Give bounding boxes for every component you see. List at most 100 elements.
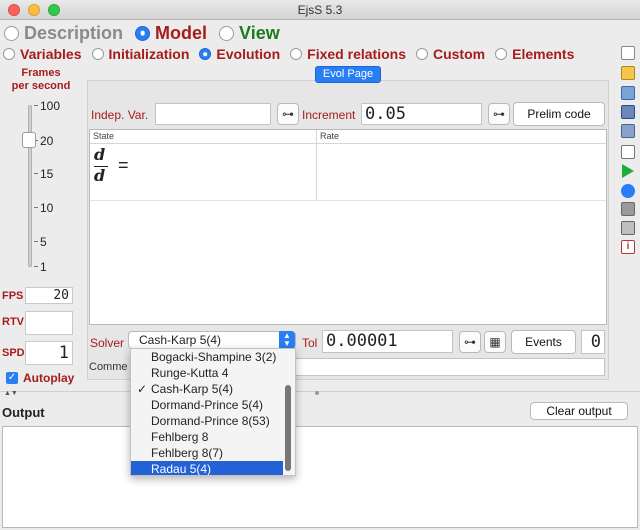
tab-description-label: Description xyxy=(24,22,124,43)
checkmark-icon: ✓ xyxy=(137,382,148,396)
solver-option-label: Runge-Kutta 4 xyxy=(151,366,229,380)
subtab-evolution[interactable]: Evolution xyxy=(199,46,280,62)
solver-option[interactable]: Fehlberg 8 xyxy=(131,429,283,445)
spd-label: SPD xyxy=(2,347,25,359)
solver-option-highlighted[interactable]: Radau 5(4) xyxy=(131,461,283,475)
tab-view-radio[interactable] xyxy=(219,25,235,41)
run-icon[interactable] xyxy=(622,164,634,178)
subtab-fixed-relations-label: Fixed relations xyxy=(307,46,406,62)
subtab-initialization-radio[interactable] xyxy=(91,48,104,60)
subtab-variables-label: Variables xyxy=(20,46,82,62)
rtv-label: RTV xyxy=(2,316,24,328)
subtab-initialization[interactable]: Initialization xyxy=(91,46,189,62)
table-button[interactable]: ▦ xyxy=(484,331,506,353)
spd-field[interactable]: 1 xyxy=(25,341,73,365)
solver-dropdown-menu: Bogacki-Shampine 3(2) Runge-Kutta 4 ✓ Cas… xyxy=(130,348,296,476)
fps-field[interactable]: 20 xyxy=(25,287,73,304)
output-label: Output xyxy=(2,405,45,420)
slider-tick xyxy=(34,173,38,174)
subtab-evolution-label: Evolution xyxy=(216,46,281,62)
events-button[interactable]: Events xyxy=(511,330,576,354)
solver-option-label: Bogacki-Shampine 3(2) xyxy=(151,350,277,364)
output-area[interactable] xyxy=(2,426,638,528)
slider-tick xyxy=(34,266,38,267)
solver-option[interactable]: Dormand-Prince 8(53) xyxy=(131,413,283,429)
tab-model-label: Model xyxy=(155,22,208,43)
package-icon[interactable] xyxy=(621,202,635,216)
frames-title-line2: per second xyxy=(11,80,71,92)
increment-field[interactable]: 0.05 xyxy=(361,103,482,125)
evol-page-tab[interactable]: Evol Page xyxy=(315,66,381,83)
tick-label-1: 1 xyxy=(40,260,47,274)
rtv-field[interactable] xyxy=(25,311,73,335)
tol-label: Tol xyxy=(302,336,318,350)
comment-field[interactable] xyxy=(287,358,605,376)
rate-cell[interactable] xyxy=(318,145,604,199)
clear-output-button[interactable]: Clear output xyxy=(530,402,628,420)
dropdown-scrollbar[interactable] xyxy=(285,385,291,471)
model-sub-tabs: Variables Initialization Evolution Fixed… xyxy=(3,45,584,63)
splitter-handle[interactable] xyxy=(315,391,319,395)
fps-slider-thumb[interactable] xyxy=(22,132,36,148)
slider-tick xyxy=(34,207,38,208)
solver-option[interactable]: Bogacki-Shampine 3(2) xyxy=(131,349,283,365)
collapse-arrows-icon[interactable]: ▲▼ xyxy=(4,390,18,397)
open-folder-icon[interactable] xyxy=(621,66,635,80)
tolerance-link-button[interactable]: ⊶ xyxy=(459,331,481,353)
prelim-code-button[interactable]: Prelim code xyxy=(513,102,605,126)
tolerance-field[interactable]: 0.00001 xyxy=(322,330,453,353)
subtab-variables-radio[interactable] xyxy=(3,48,15,60)
comment-label: Comme xyxy=(89,361,128,373)
fps-slider-track[interactable] xyxy=(28,105,32,267)
indep-var-field[interactable] xyxy=(155,103,271,125)
rate-column-header: Rate xyxy=(320,131,340,141)
increment-link-button[interactable]: ⊶ xyxy=(488,103,510,125)
title-bar: EjsS 5.3 xyxy=(0,0,640,20)
events-count: 0 xyxy=(581,330,605,354)
tab-description[interactable]: Description xyxy=(4,23,123,44)
indep-var-link-button[interactable]: ⊶ xyxy=(277,103,299,125)
new-file-icon[interactable] xyxy=(621,46,635,60)
solver-option-label: Fehlberg 8 xyxy=(151,430,209,444)
tab-view[interactable]: View xyxy=(219,23,280,44)
autoplay-label: Autoplay xyxy=(23,371,75,385)
subtab-variables[interactable]: Variables xyxy=(3,46,82,62)
state-cell[interactable]: d d = xyxy=(94,145,314,199)
table-icon: ▦ xyxy=(489,335,501,349)
fps-label: FPS xyxy=(2,290,24,302)
refresh-icon[interactable] xyxy=(621,184,635,198)
solver-option-label: Cash-Karp 5(4) xyxy=(151,382,234,396)
solver-option[interactable]: Dormand-Prince 5(4) xyxy=(131,397,283,413)
subtab-elements[interactable]: Elements xyxy=(495,46,574,62)
equations-table: State Rate d d = xyxy=(89,129,607,325)
solver-option[interactable]: ✓ Cash-Karp 5(4) xyxy=(131,381,283,397)
window-title: EjsS 5.3 xyxy=(297,3,343,17)
search-icon[interactable] xyxy=(621,145,635,159)
subtab-custom-radio[interactable] xyxy=(415,48,428,60)
info-icon[interactable]: i xyxy=(621,240,635,254)
print-icon[interactable] xyxy=(621,221,635,235)
solver-option[interactable]: Fehlberg 8(7) xyxy=(131,445,283,461)
tab-model[interactable]: Model xyxy=(135,23,207,44)
solver-option-label: Dormand-Prince 8(53) xyxy=(151,414,270,428)
tab-description-radio[interactable] xyxy=(4,25,19,41)
tab-model-radio[interactable] xyxy=(135,25,151,41)
link-icon: ⊶ xyxy=(493,107,505,121)
subtab-custom[interactable]: Custom xyxy=(415,46,486,62)
subtab-evolution-radio[interactable] xyxy=(199,48,212,60)
solver-select[interactable]: Cash-Karp 5(4) ▲ ▼ xyxy=(128,331,296,349)
autoplay-checkbox[interactable]: ✓ xyxy=(6,372,18,384)
subtab-elements-radio[interactable] xyxy=(495,48,508,60)
solver-option-label: Dormand-Prince 5(4) xyxy=(151,398,264,412)
subtab-fixed-relations-radio[interactable] xyxy=(290,48,303,60)
subtab-custom-label: Custom xyxy=(432,46,486,62)
subtab-fixed-relations[interactable]: Fixed relations xyxy=(290,46,406,62)
save-as-icon[interactable] xyxy=(621,124,635,138)
panel-splitter[interactable]: ▲▼ xyxy=(0,390,640,397)
solver-option[interactable]: Runge-Kutta 4 xyxy=(131,365,283,381)
link-icon: ⊶ xyxy=(464,335,476,349)
browse-icon[interactable] xyxy=(621,86,635,100)
tick-label-5: 5 xyxy=(40,235,47,249)
equals-sign: = xyxy=(118,155,129,175)
save-icon[interactable] xyxy=(621,105,635,119)
